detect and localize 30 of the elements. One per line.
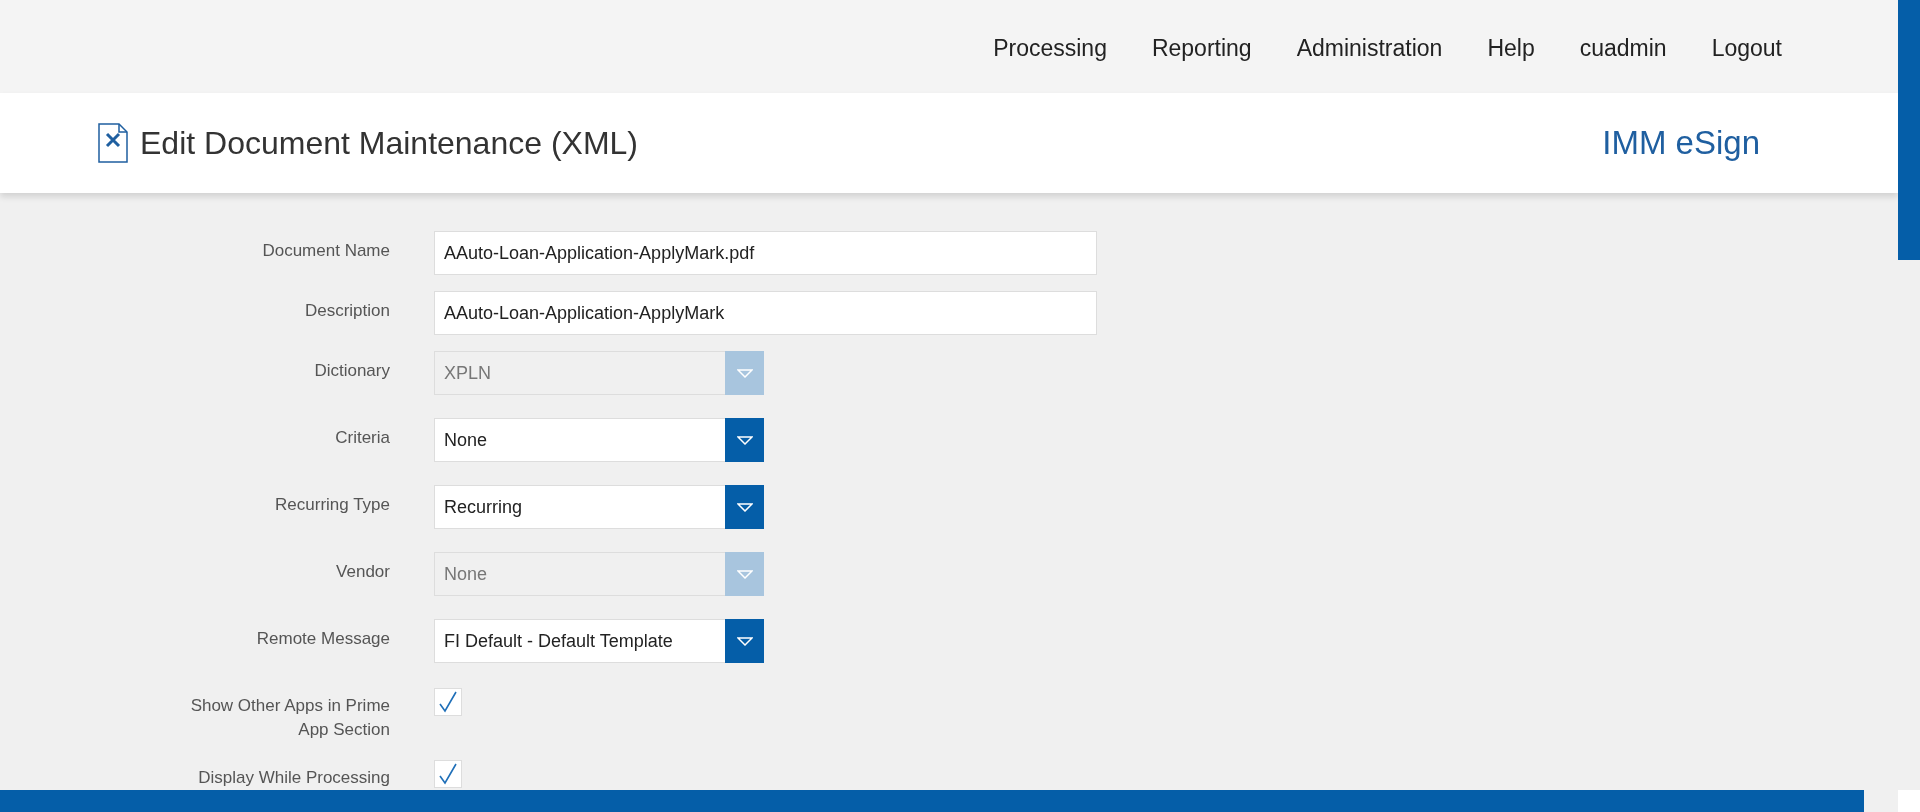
caret-icon [736, 502, 753, 512]
text-field[interactable]: AAuto-Loan-Application-ApplyMark.pdf [434, 231, 1097, 275]
field-label: Description [303, 300, 390, 322]
caret-icon [736, 569, 753, 579]
nav-link[interactable]: Administration [1296, 35, 1443, 62]
field-label: Vendor [335, 561, 390, 583]
nav-link[interactable]: Logout [1711, 35, 1782, 62]
field-label: Remote Message [255, 628, 390, 650]
caret-icon [736, 636, 753, 646]
caret-icon [736, 368, 753, 378]
scrollbar-thumb[interactable] [1898, 0, 1920, 260]
page-title: Edit Document Maintenance (XML) [140, 124, 639, 162]
checkbox[interactable] [434, 760, 462, 788]
caret-icon [736, 435, 753, 445]
nav-link[interactable]: Processing [993, 35, 1107, 62]
nav-link[interactable]: Help [1487, 35, 1535, 62]
dropdown[interactable]: None [434, 418, 764, 462]
nav-link[interactable]: cuadmin [1579, 35, 1667, 62]
brand-name: IMM eSign [1602, 124, 1760, 162]
field-label: Document Name [261, 240, 390, 262]
field-label: Show Other Apps in Prime App Section [189, 695, 390, 741]
dropdown[interactable]: FI Default - Default Template [434, 619, 764, 663]
checkbox[interactable] [434, 688, 462, 716]
dropdown[interactable]: Recurring [434, 485, 764, 529]
field-label: Recurring Type [274, 494, 390, 516]
text-field[interactable]: AAuto-Loan-Application-ApplyMark [434, 291, 1097, 335]
field-label: Criteria [334, 427, 390, 449]
nav-link[interactable]: Reporting [1151, 35, 1252, 62]
field-label: Dictionary [313, 360, 390, 382]
field-label: Display While Processing [197, 767, 390, 789]
